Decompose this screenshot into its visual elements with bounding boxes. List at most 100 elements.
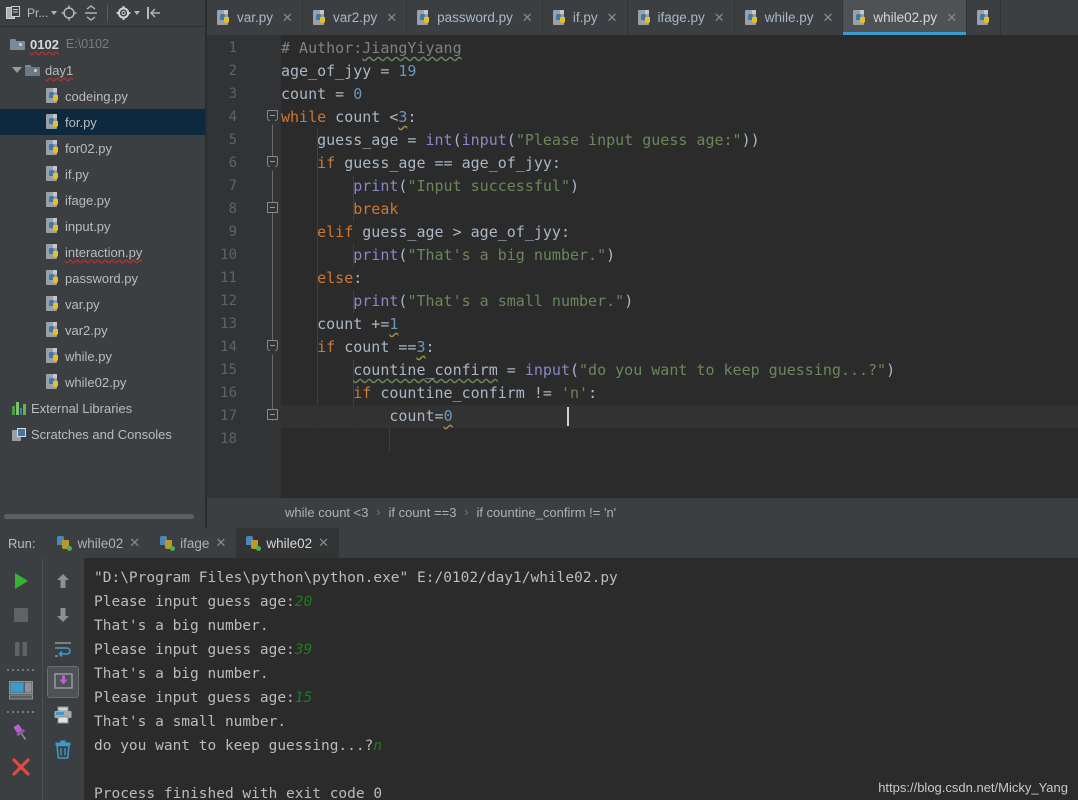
stop-button[interactable] — [5, 598, 37, 632]
tree-row-while02[interactable]: while02.py — [0, 369, 205, 395]
project-dropdown[interactable]: Pr... — [27, 6, 58, 20]
tree-row-for02[interactable]: for02.py — [0, 135, 205, 161]
close-icon[interactable]: ✕ — [129, 535, 140, 551]
fold-marker-if[interactable] — [267, 152, 279, 175]
python-file-icon — [977, 9, 991, 26]
editor-tab-label: var2.py — [332, 10, 378, 25]
editor-tab-password[interactable]: password.py ✕ — [407, 0, 543, 35]
run-tab-label: while02 — [266, 535, 313, 551]
tree-row-password[interactable]: password.py — [0, 265, 205, 291]
tree-row-scratches[interactable]: Scratches and Consoles — [0, 421, 205, 447]
console-line-1: Please input guess age:20 — [94, 590, 1078, 614]
editor-tab-var[interactable]: var.py ✕ — [207, 0, 303, 35]
tree-item-label: if.py — [65, 166, 89, 182]
close-icon[interactable]: ✕ — [946, 11, 957, 24]
toolbar-divider — [107, 5, 109, 21]
close-icon[interactable]: ✕ — [215, 535, 226, 551]
rerun-button[interactable] — [5, 564, 37, 598]
python-file-icon — [217, 9, 231, 26]
print-button[interactable] — [47, 698, 79, 732]
sidebar-horizontal-scrollbar[interactable] — [0, 512, 205, 520]
gear-icon[interactable] — [114, 3, 142, 23]
close-button[interactable] — [5, 750, 37, 784]
run-tab-ifage[interactable]: ifage ✕ — [150, 528, 236, 558]
close-icon[interactable]: ✕ — [386, 11, 397, 24]
clear-all-button[interactable] — [47, 732, 79, 766]
tree-row-var2[interactable]: var2.py — [0, 317, 205, 343]
code-line-11: else: — [317, 269, 363, 287]
locate-target-icon[interactable] — [59, 3, 79, 23]
close-icon[interactable]: ✕ — [318, 535, 329, 551]
editor-tab-var2[interactable]: var2.py ✕ — [302, 0, 408, 35]
editor-tab-overflow[interactable] — [967, 0, 1002, 35]
editor-tab-if[interactable]: if.py ✕ — [542, 0, 628, 35]
hide-panel-icon[interactable] — [144, 3, 164, 23]
tree-item-label: for02.py — [65, 140, 112, 156]
tree-row-codeing[interactable]: codeing.py — [0, 83, 205, 109]
external-libraries-icon — [12, 401, 26, 415]
tree-row-interaction[interactable]: interaction.py — [0, 239, 205, 265]
soft-wrap-button[interactable] — [47, 632, 79, 666]
code-editor[interactable]: 1 2 3 4 5 6 7 8 9 10 11 12 13 14 15 16 1… — [207, 35, 1078, 498]
project-view-icon[interactable] — [4, 3, 23, 23]
scroll-to-end-button[interactable] — [47, 666, 80, 698]
breadcrumb-item-2[interactable]: if countine_confirm != 'n' — [476, 505, 616, 520]
python-file-icon — [552, 9, 567, 26]
editor-tab-ifage[interactable]: ifage.py ✕ — [627, 0, 735, 35]
scrollbar-thumb[interactable] — [4, 514, 194, 519]
project-toolbar: Pr... — [0, 0, 205, 27]
tree-item-label: while.py — [65, 348, 112, 364]
run-console-output[interactable]: "D:\Program Files\python\python.exe" E:/… — [84, 558, 1078, 800]
tree-item-label: while02.py — [65, 374, 127, 390]
run-left-button-column — [0, 558, 42, 800]
line-number: 7 — [228, 178, 237, 194]
python-file-icon — [46, 88, 60, 104]
python-file-icon — [46, 192, 60, 208]
tree-row-ifage[interactable]: ifage.py — [0, 187, 205, 213]
editor-tab-label: password.py — [437, 10, 513, 25]
close-icon[interactable]: ✕ — [607, 11, 618, 24]
console-text: That's a small number. — [94, 714, 287, 730]
chevron-down-icon[interactable] — [12, 67, 22, 73]
chevron-down-icon — [134, 11, 141, 15]
pause-button[interactable] — [5, 632, 37, 666]
collapse-all-icon[interactable] — [81, 3, 101, 23]
restore-layout-button[interactable] — [5, 674, 37, 708]
console-line-2: That's a big number. — [94, 614, 1078, 638]
fold-marker-if-count[interactable] — [267, 336, 279, 359]
tree-row-external-libraries[interactable]: External Libraries — [0, 395, 205, 421]
project-tree[interactable]: 0102 E:\0102 day1 codeing.py for.py for0… — [0, 27, 205, 447]
tree-row-input[interactable]: input.py — [0, 213, 205, 239]
tree-row-while[interactable]: while.py — [0, 343, 205, 369]
close-icon[interactable]: ✕ — [714, 11, 725, 24]
editor-tab-label: ifage.py — [657, 10, 705, 25]
editor-tab-while02[interactable]: while02.py ✕ — [843, 0, 968, 35]
fold-marker-while[interactable] — [267, 106, 279, 129]
editor-tab-label: while.py — [764, 10, 814, 25]
run-tab-while02-2[interactable]: while02 ✕ — [236, 528, 340, 558]
code-line-3: count = 0 — [281, 85, 363, 103]
breadcrumb-item-0[interactable]: while count <3 — [285, 505, 368, 520]
tree-row-if[interactable]: if.py — [0, 161, 205, 187]
code-line-2: age_of_jyy = 19 — [281, 62, 417, 80]
project-root-path: E:\0102 — [65, 37, 110, 51]
tree-row-day1[interactable]: day1 — [0, 57, 205, 83]
line-number: 13 — [220, 316, 237, 332]
up-button[interactable] — [47, 564, 79, 598]
breadcrumb-item-1[interactable]: if count ==3 — [388, 505, 456, 520]
pin-tab-button[interactable] — [5, 716, 37, 750]
down-button[interactable] — [47, 598, 79, 632]
tree-row-for[interactable]: for.py — [0, 109, 205, 135]
editor-gutter[interactable]: 1 2 3 4 5 6 7 8 9 10 11 12 13 14 15 16 1… — [207, 35, 281, 498]
editor-tab-while[interactable]: while.py ✕ — [734, 0, 844, 35]
close-icon[interactable]: ✕ — [522, 11, 533, 24]
run-tab-while02-1[interactable]: while02 ✕ — [47, 528, 150, 558]
line-number: 18 — [220, 431, 237, 447]
close-icon[interactable]: ✕ — [282, 11, 293, 24]
close-icon[interactable]: ✕ — [822, 11, 833, 24]
fold-marker-if-end[interactable] — [267, 198, 279, 221]
editor-text-area[interactable]: # Author:JiangYiyang age_of_jyy = 19 cou… — [281, 35, 1078, 498]
tree-row-var[interactable]: var.py — [0, 291, 205, 317]
fold-marker-if-confirm-end[interactable] — [267, 405, 279, 428]
tree-row-root[interactable]: 0102 E:\0102 — [0, 31, 205, 57]
